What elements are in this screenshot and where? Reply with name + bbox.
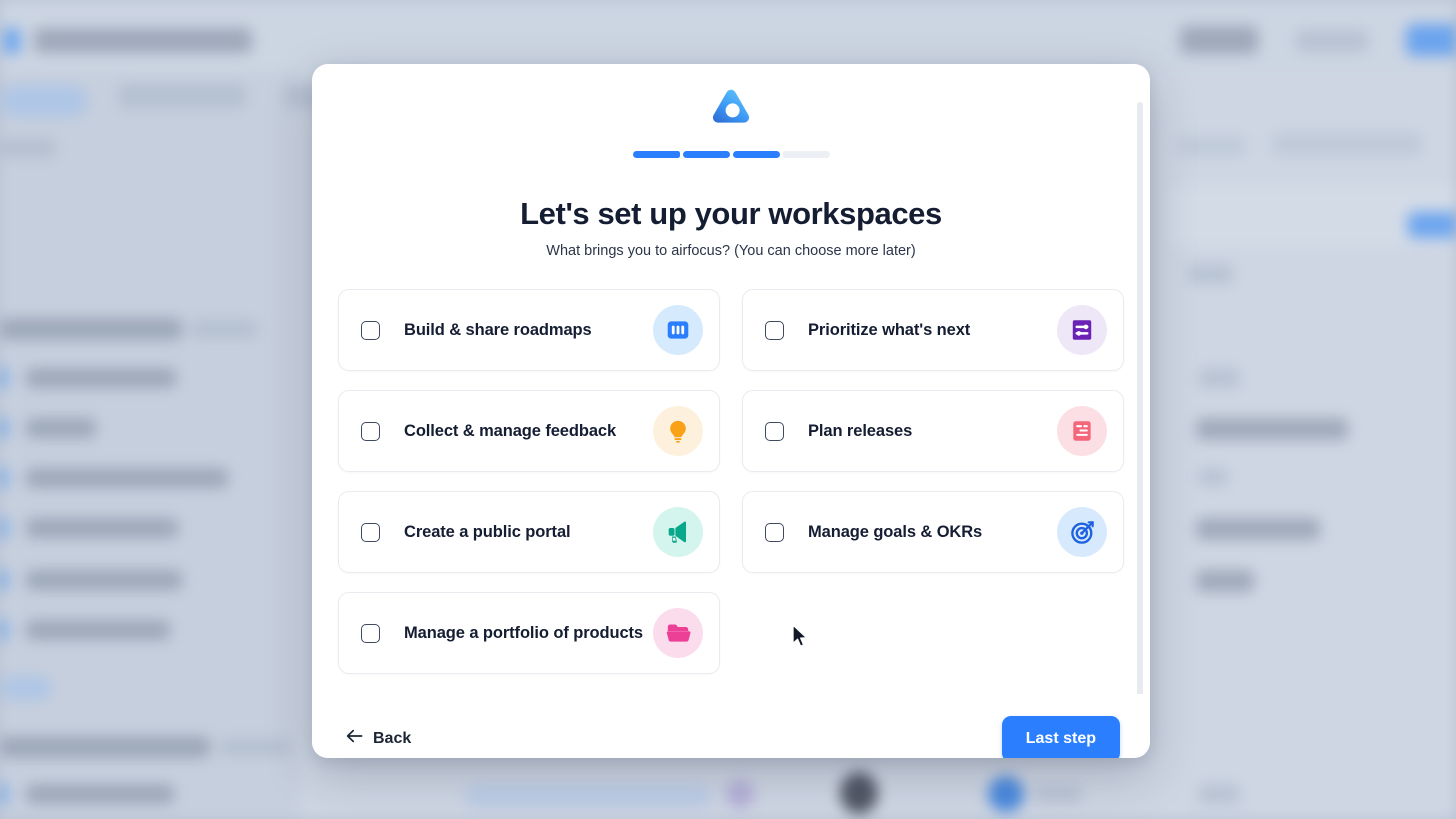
progress-segment-2 [682, 151, 730, 158]
megaphone-icon [653, 507, 703, 557]
option-label: Manage a portfolio of products [404, 623, 643, 642]
option-manage-portfolio-products[interactable]: Manage a portfolio of products [338, 592, 720, 674]
workspace-options-grid: Build & share roadmaps Prioritize what's… [338, 289, 1124, 674]
page-title: Let's set up your workspaces [520, 196, 942, 231]
option-label: Manage goals & OKRs [808, 522, 983, 541]
sliders-icon [1057, 305, 1107, 355]
option-build-share-roadmaps[interactable]: Build & share roadmaps [338, 289, 720, 371]
back-button-label: Back [373, 729, 412, 747]
checkbox-collect-manage-feedback[interactable] [361, 421, 380, 441]
option-label: Collect & manage feedback [404, 421, 617, 440]
checkbox-manage-goals-okrs[interactable] [765, 522, 784, 542]
checkbox-manage-portfolio-products[interactable] [361, 623, 380, 643]
checkbox-build-share-roadmaps[interactable] [361, 320, 380, 340]
progress-indicator [312, 151, 1150, 158]
option-manage-goals-okrs[interactable]: Manage goals & OKRs [742, 491, 1124, 573]
progress-segment-1 [632, 151, 680, 158]
onboarding-modal: Let's set up your workspaces What brings… [312, 64, 1150, 758]
option-label: Plan releases [808, 421, 913, 440]
page-subtitle: What brings you to airfocus? (You can ch… [546, 243, 916, 259]
checkbox-plan-releases[interactable] [765, 421, 784, 441]
option-label: Prioritize what's next [808, 320, 971, 339]
option-label: Build & share roadmaps [404, 320, 592, 339]
option-create-public-portal[interactable]: Create a public portal [338, 491, 720, 573]
option-plan-releases[interactable]: Plan releases [742, 390, 1124, 472]
back-button[interactable]: Back [342, 721, 415, 756]
modal-scrollbar-thumb[interactable] [1137, 102, 1143, 742]
airfocus-logo-icon [711, 88, 751, 126]
checkbox-prioritize-whats-next[interactable] [765, 320, 784, 340]
arrow-left-icon [346, 729, 363, 748]
option-label: Create a public portal [404, 522, 571, 541]
option-collect-manage-feedback[interactable]: Collect & manage feedback [338, 390, 720, 472]
background-sidebar [0, 72, 300, 819]
option-prioritize-whats-next[interactable]: Prioritize what's next [742, 289, 1124, 371]
lightbulb-icon [653, 406, 703, 456]
last-step-button[interactable]: Last step [1001, 715, 1120, 758]
logo-container [312, 88, 1150, 126]
target-icon [1057, 507, 1107, 557]
progress-segment-4 [782, 151, 830, 158]
folder-icon [653, 608, 703, 658]
progress-segment-3 [732, 151, 780, 158]
kanban-columns-icon [653, 305, 703, 355]
modal-footer: Back Last step [312, 694, 1150, 758]
checkbox-create-public-portal[interactable] [361, 522, 380, 542]
modal-scrollbar[interactable] [1137, 102, 1143, 758]
release-notes-icon [1057, 406, 1107, 456]
